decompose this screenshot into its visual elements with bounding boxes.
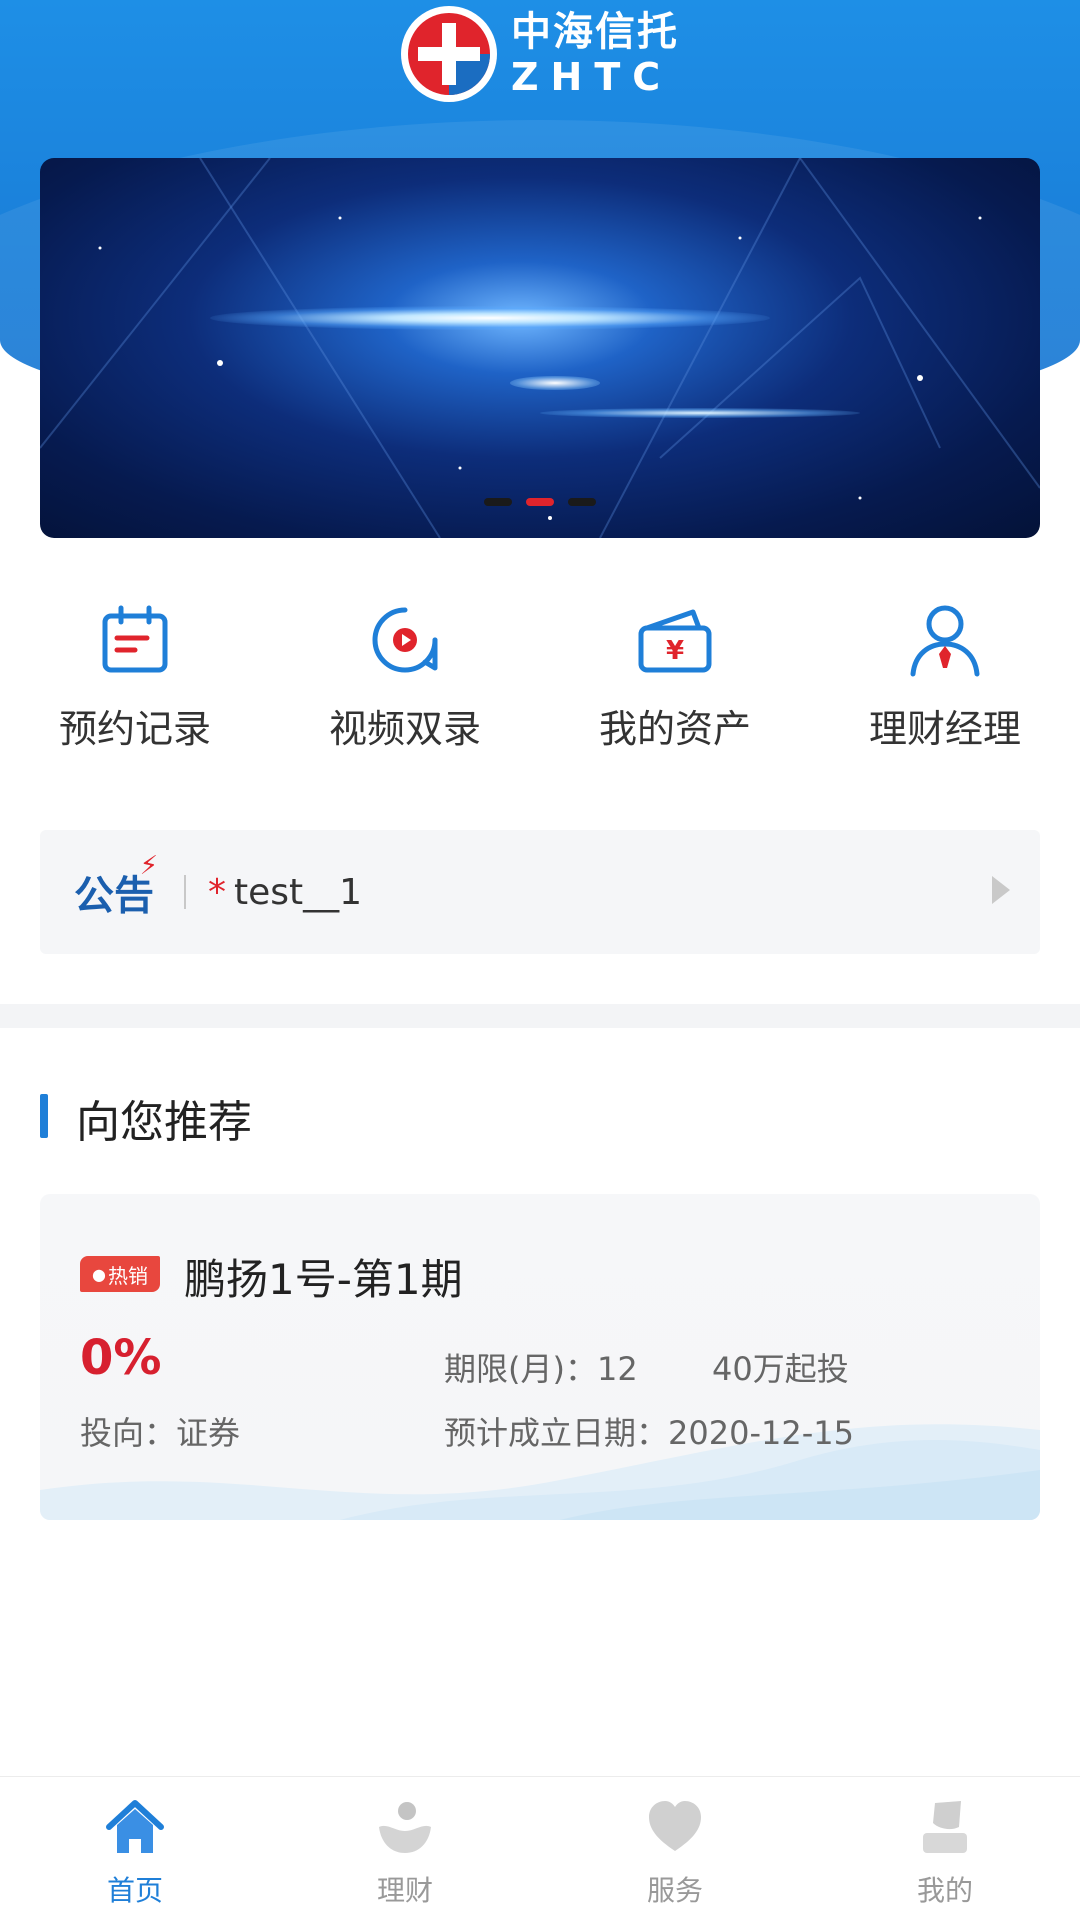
nav-label: 理财 xyxy=(376,1874,433,1907)
announcement-text: test__1 xyxy=(234,871,363,913)
section-title-accent xyxy=(40,1094,48,1138)
carousel-dot[interactable] xyxy=(484,498,512,506)
quick-action-appointments[interactable]: 预约记录 xyxy=(0,600,270,770)
carousel-indicators xyxy=(40,498,1040,506)
lightning-icon: ⚡ xyxy=(139,851,158,881)
divider xyxy=(184,875,186,909)
quick-action-label: 理财经理 xyxy=(868,707,1021,751)
nav-item-service[interactable]: 服务 xyxy=(540,1777,810,1920)
product-rate: 0% xyxy=(80,1330,162,1386)
video-play-icon xyxy=(365,600,445,680)
logo-text-cn: 中海信托 xyxy=(511,9,679,55)
quick-action-financial-manager[interactable]: 理财经理 xyxy=(810,600,1080,770)
chevron-right-icon xyxy=(992,876,1010,904)
nav-item-home[interactable]: 首页 xyxy=(0,1777,270,1920)
banner-light-streak xyxy=(540,408,860,418)
hot-sale-badge: ● 热销 xyxy=(80,1256,160,1292)
quick-actions: 预约记录 视频双录 ¥ 我的资产 理财经理 xyxy=(0,600,1080,770)
brand-logo: 中海信托 ZHTC xyxy=(0,6,1080,102)
product-term: 期限(月)：12 xyxy=(444,1350,638,1388)
banner-image xyxy=(40,158,1040,538)
nav-item-finance[interactable]: 理财 xyxy=(270,1777,540,1920)
banner-light-flare xyxy=(210,306,770,330)
home-icon xyxy=(103,1795,167,1859)
announcement-title: 公告 ⚡ xyxy=(74,851,158,921)
banner-carousel[interactable] xyxy=(40,158,1040,538)
profile-icon xyxy=(913,1795,977,1859)
finance-icon xyxy=(373,1795,437,1859)
carousel-dot-active[interactable] xyxy=(526,498,554,506)
product-card[interactable]: ● 热销 鹏扬1号-第1期 0% 期限(月)：12 40万起投 投向：证券 预计… xyxy=(40,1194,1040,1520)
product-est-date: 预计成立日期：2020-12-15 xyxy=(444,1414,854,1452)
nav-label: 首页 xyxy=(106,1874,163,1907)
quick-action-label: 我的资产 xyxy=(598,707,751,751)
calendar-icon xyxy=(95,600,175,680)
announcement-bar[interactable]: 公告 ⚡ * test__1 xyxy=(40,830,1040,954)
carousel-dot[interactable] xyxy=(568,498,596,506)
hot-sale-badge-text: 热销 xyxy=(107,1263,148,1288)
announcement-marker: * xyxy=(208,871,226,913)
product-name: 鹏扬1号-第1期 xyxy=(184,1255,463,1304)
wallet-yen-icon: ¥ xyxy=(635,600,715,680)
quick-action-label: 预约记录 xyxy=(58,707,211,751)
quick-action-video-record[interactable]: 视频双录 xyxy=(270,600,540,770)
bottom-navigation: 首页 理财 服务 我的 xyxy=(0,1776,1080,1920)
banner-light-core xyxy=(510,376,600,390)
nav-item-profile[interactable]: 我的 xyxy=(810,1777,1080,1920)
flame-icon: ● xyxy=(92,1264,106,1284)
product-min-investment: 40万起投 xyxy=(712,1350,849,1388)
quick-action-my-assets[interactable]: ¥ 我的资产 xyxy=(540,600,810,770)
quick-action-label: 视频双录 xyxy=(328,707,481,751)
logo-text-en: ZHTC xyxy=(511,55,673,99)
section-divider xyxy=(0,1004,1080,1028)
nav-label: 服务 xyxy=(646,1874,703,1907)
section-title: 向您推荐 xyxy=(76,1097,252,1148)
logo-cross-icon xyxy=(401,6,497,102)
manager-person-icon xyxy=(905,600,985,680)
nav-label: 我的 xyxy=(916,1874,973,1907)
product-direction: 投向：证券 xyxy=(80,1414,241,1452)
svg-text:¥: ¥ xyxy=(666,636,684,666)
heart-hand-icon xyxy=(643,1795,707,1859)
